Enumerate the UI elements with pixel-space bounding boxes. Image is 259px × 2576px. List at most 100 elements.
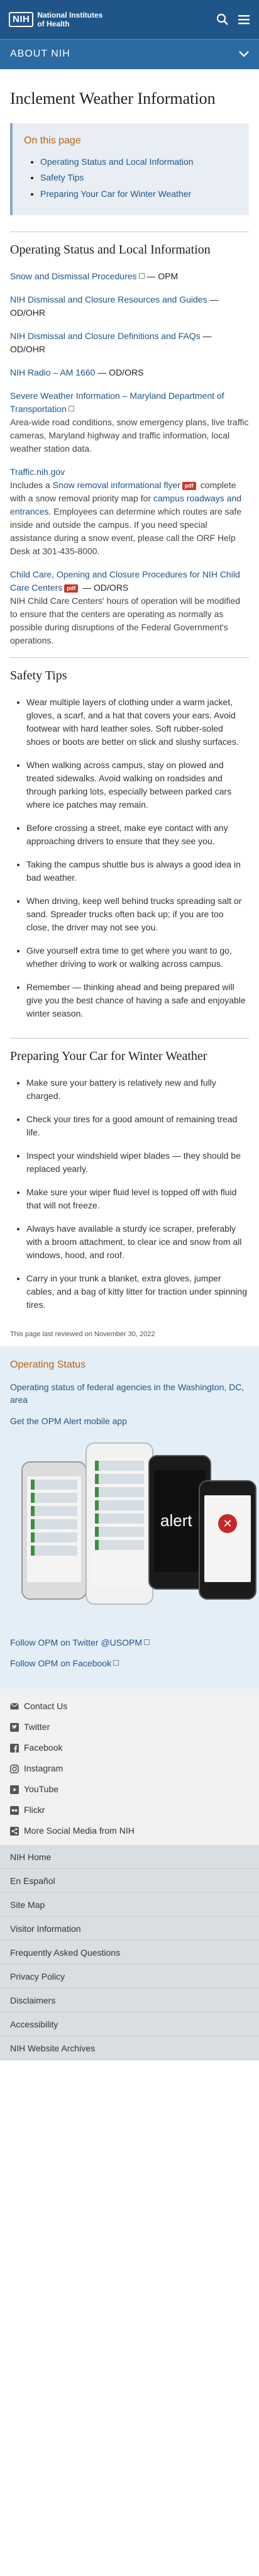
social-link-twitter[interactable]: Twitter <box>0 1717 259 1737</box>
operating-resources: Snow and Dismissal Procedures — OPM NIH … <box>10 270 249 647</box>
menu-icon[interactable] <box>238 14 250 25</box>
external-link-icon <box>144 1639 150 1645</box>
external-link-icon <box>138 272 145 279</box>
social-link-instagram[interactable]: Instagram <box>0 1758 259 1779</box>
footer-link-faq[interactable]: Frequently Asked Questions <box>0 1941 259 1965</box>
opm-twitter-text: Follow OPM on Twitter @USOPM <box>10 1637 142 1648</box>
social-label: Flickr <box>24 1804 45 1815</box>
last-reviewed: This page last reviewed on November 30, … <box>10 1330 155 1338</box>
list-item: Snow and Dismissal Procedures — OPM <box>10 270 249 283</box>
site-header: NIH National Institutes of Health ABOUT … <box>0 0 259 69</box>
section-heading-safety: Safety Tips <box>10 668 67 683</box>
toc-item: Operating Status and Local Information <box>40 155 239 169</box>
search-icon[interactable] <box>216 13 229 26</box>
footer-link-site-map[interactable]: Site Map <box>0 1893 259 1917</box>
section-nav[interactable]: ABOUT NIH <box>0 39 259 69</box>
link-source: — OD/ORS <box>80 582 129 593</box>
divider <box>10 231 249 232</box>
social-label: Instagram <box>24 1763 63 1773</box>
list-item: Give yourself extra time to get where yo… <box>26 944 249 971</box>
footer-nav: NIH Home En Español Site Map Visitor Inf… <box>0 1845 259 2061</box>
section-heading-car: Preparing Your Car for Winter Weather <box>10 1049 207 1063</box>
social-link-facebook[interactable]: Facebook <box>0 1737 259 1758</box>
external-link-icon <box>113 1660 119 1666</box>
snow-flyer-link[interactable]: Snow removal informational flyer <box>53 480 180 490</box>
on-this-page: On this page Operating Status and Local … <box>10 123 249 215</box>
footer-link-privacy[interactable]: Privacy Policy <box>0 1965 259 1989</box>
list-item: Taking the campus shuttle bus is always … <box>26 858 249 884</box>
section-heading-operating: Operating Status and Local Information <box>10 242 211 257</box>
list-item: Remember — thinking ahead and being prep… <box>26 981 249 1020</box>
toc-item: Safety Tips <box>40 171 239 185</box>
opm-facebook-text: Follow OPM on Facebook <box>10 1658 112 1669</box>
list-item: Make sure your battery is relatively new… <box>26 1076 249 1103</box>
close-icon: ✕ <box>218 1514 237 1533</box>
nih-radio-link[interactable]: NIH Radio – AM 1660 <box>10 367 95 377</box>
opm-app-link[interactable]: Get the OPM Alert mobile app <box>10 1415 249 1427</box>
dismissal-resources-link[interactable]: NIH Dismissal and Closure Resources and … <box>10 294 207 304</box>
youtube-icon <box>10 1785 19 1794</box>
footer-link-visitor-info[interactable]: Visitor Information <box>0 1917 259 1941</box>
toc-list: Operating Status and Local Information S… <box>24 155 239 201</box>
list-item: Check your tires for a good amount of re… <box>26 1113 249 1139</box>
list-item: NIH Dismissal and Closure Resources and … <box>10 293 249 320</box>
link-description: NIH Child Care Centers' hours of operati… <box>10 595 241 645</box>
footer-link-disclaimers[interactable]: Disclaimers <box>0 1988 259 2013</box>
facebook-icon <box>10 1743 19 1753</box>
snow-dismissal-link[interactable]: Snow and Dismissal Procedures <box>10 271 137 281</box>
envelope-icon <box>10 1702 19 1711</box>
toc-link-safety-tips[interactable]: Safety Tips <box>40 172 84 182</box>
social-link-more[interactable]: More Social Media from NIH <box>0 1820 259 1841</box>
main-content: Inclement Weather Information On this pa… <box>0 69 259 2061</box>
share-icon <box>10 1826 19 1836</box>
car-tips-list: Make sure your battery is relatively new… <box>10 1076 249 1312</box>
list-item: Inspect your windshield wiper blades — t… <box>26 1149 249 1176</box>
divider <box>10 1037 249 1039</box>
social-link-youtube[interactable]: YouTube <box>0 1779 259 1800</box>
opm-status-panel: Operating Status Operating status of fed… <box>0 1346 259 1689</box>
list-item: Wear multiple layers of clothing under a… <box>26 696 249 749</box>
pdf-badge: pdf <box>182 481 196 490</box>
toc-link-operating-status[interactable]: Operating Status and Local Information <box>40 157 194 167</box>
header-actions <box>216 13 250 26</box>
list-item: When walking across campus, stay on plow… <box>26 759 249 811</box>
toc-item: Preparing Your Car for Winter Weather <box>40 187 239 201</box>
list-item: Make sure your wiper fluid level is topp… <box>26 1186 249 1212</box>
list-item: Always have available a sturdy ice scrap… <box>26 1222 249 1262</box>
social-link-contact[interactable]: Contact Us <box>0 1696 259 1717</box>
logo-line-1: National Institutes <box>37 11 103 20</box>
safety-tips-list: Wear multiple layers of clothing under a… <box>10 696 249 1020</box>
dismissal-faqs-link[interactable]: NIH Dismissal and Closure Definitions an… <box>10 331 201 341</box>
nih-logo[interactable]: NIH National Institutes of Health <box>9 11 102 28</box>
chevron-down-icon[interactable] <box>239 48 249 62</box>
severe-weather-link[interactable]: Severe Weather Information – Maryland De… <box>10 391 224 414</box>
opm-status-link[interactable]: Operating status of federal agencies in … <box>10 1381 249 1406</box>
opm-facebook-link[interactable]: Follow OPM on Facebook <box>10 1657 249 1671</box>
instagram-icon <box>10 1764 19 1773</box>
toc-link-car-prep[interactable]: Preparing Your Car for Winter Weather <box>40 189 191 199</box>
opm-title: Operating Status <box>10 1359 86 1370</box>
list-item: When driving, keep well behind trucks sp… <box>26 895 249 934</box>
link-source: — OPM <box>144 270 179 281</box>
opm-app-phones-image: alert ✕ <box>10 1436 256 1625</box>
list-item: Before crossing a street, make eye conta… <box>26 822 249 848</box>
social-label: Facebook <box>24 1742 63 1753</box>
footer-link-archives[interactable]: NIH Website Archives <box>0 2036 259 2061</box>
phone-image: ✕ <box>199 1480 256 1600</box>
traffic-link[interactable]: Traffic.nih.gov <box>10 467 65 477</box>
page-title: Inclement Weather Information <box>10 89 216 108</box>
list-item: Child Care, Opening and Closure Procedur… <box>10 568 249 647</box>
link-source: — OD/ORS <box>95 367 144 377</box>
footer-link-nih-home[interactable]: NIH Home <box>0 1845 259 1870</box>
list-item: Severe Weather Information – Maryland De… <box>10 389 249 455</box>
toc-title: On this page <box>24 135 81 146</box>
list-item: Carry in your trunk a blanket, extra glo… <box>26 1272 249 1312</box>
external-link-icon <box>68 405 74 411</box>
section-title: ABOUT NIH <box>10 48 70 60</box>
social-link-flickr[interactable]: Flickr <box>0 1800 259 1820</box>
footer-link-espanol[interactable]: En Español <box>0 1869 259 1893</box>
social-label: More Social Media from NIH <box>24 1825 135 1836</box>
footer-link-accessibility[interactable]: Accessibility <box>0 2012 259 2037</box>
opm-twitter-link[interactable]: Follow OPM on Twitter @USOPM <box>10 1636 249 1650</box>
social-label: YouTube <box>24 1783 59 1794</box>
